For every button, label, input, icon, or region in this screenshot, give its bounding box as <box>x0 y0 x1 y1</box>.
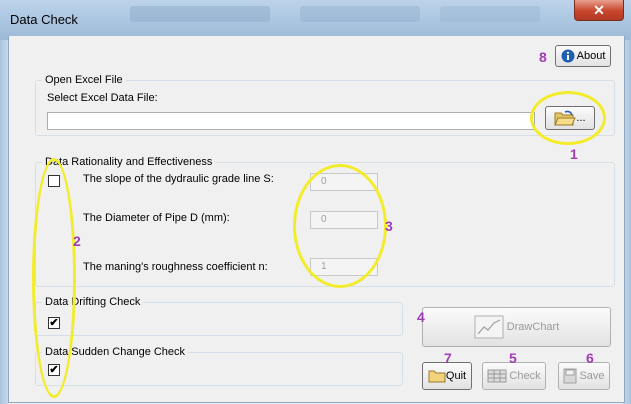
window-frame-left <box>0 40 8 404</box>
slope-label: The slope of the dydraulic grade line S: <box>83 173 274 185</box>
grid-icon <box>487 369 507 383</box>
quit-button[interactable]: Quit <box>422 362 472 390</box>
roughness-label: The maning's roughness coefficient n: <box>83 261 268 273</box>
annotation-number-5: 5 <box>509 350 517 366</box>
select-file-label: Select Excel Data File: <box>47 92 158 104</box>
about-button[interactable]: About <box>555 45 611 67</box>
about-button-label: About <box>576 50 606 62</box>
save-icon <box>563 368 577 384</box>
quit-label: Quit <box>445 370 467 382</box>
annotation-number-2: 2 <box>73 233 81 249</box>
annotation-circle-1 <box>530 91 606 145</box>
annotation-number-6: 6 <box>586 350 594 366</box>
line-chart-icon <box>474 315 504 339</box>
window-title: Data Check <box>10 12 78 27</box>
drawchart-button[interactable]: DrawChart <box>422 307 611 347</box>
drawchart-label: DrawChart <box>506 321 560 333</box>
file-path-input[interactable] <box>47 112 535 130</box>
title-bar: Data Check ✕ <box>0 0 631 40</box>
check-button[interactable]: Check <box>482 362 546 390</box>
save-label: Save <box>579 370 605 382</box>
title-bar-blur <box>300 6 420 22</box>
title-bar-blur <box>130 6 270 22</box>
open-excel-legend: Open Excel File <box>42 74 126 86</box>
check-label: Check <box>509 370 541 382</box>
annotation-number-4: 4 <box>417 309 425 325</box>
annotation-circle-2 <box>32 158 76 398</box>
rationality-legend: Data Rationality and Effectiveness <box>42 156 216 168</box>
drifting-group: Data Drifting Check <box>35 296 403 336</box>
annotation-number-3: 3 <box>385 218 393 234</box>
annotation-circle-3 <box>293 164 387 288</box>
diameter-label: The Diameter of Pipe D (mm): <box>83 212 230 224</box>
annotation-number-8: 8 <box>539 49 547 65</box>
info-icon <box>561 49 575 63</box>
annotation-number-7: 7 <box>444 350 452 366</box>
folder-icon <box>428 370 446 383</box>
save-button[interactable]: Save <box>558 362 610 390</box>
title-bar-blur <box>440 6 540 22</box>
close-button[interactable]: ✕ <box>574 0 624 21</box>
annotation-number-1: 1 <box>570 146 578 162</box>
sudden-change-group: Data Sudden Change Check <box>35 346 403 386</box>
